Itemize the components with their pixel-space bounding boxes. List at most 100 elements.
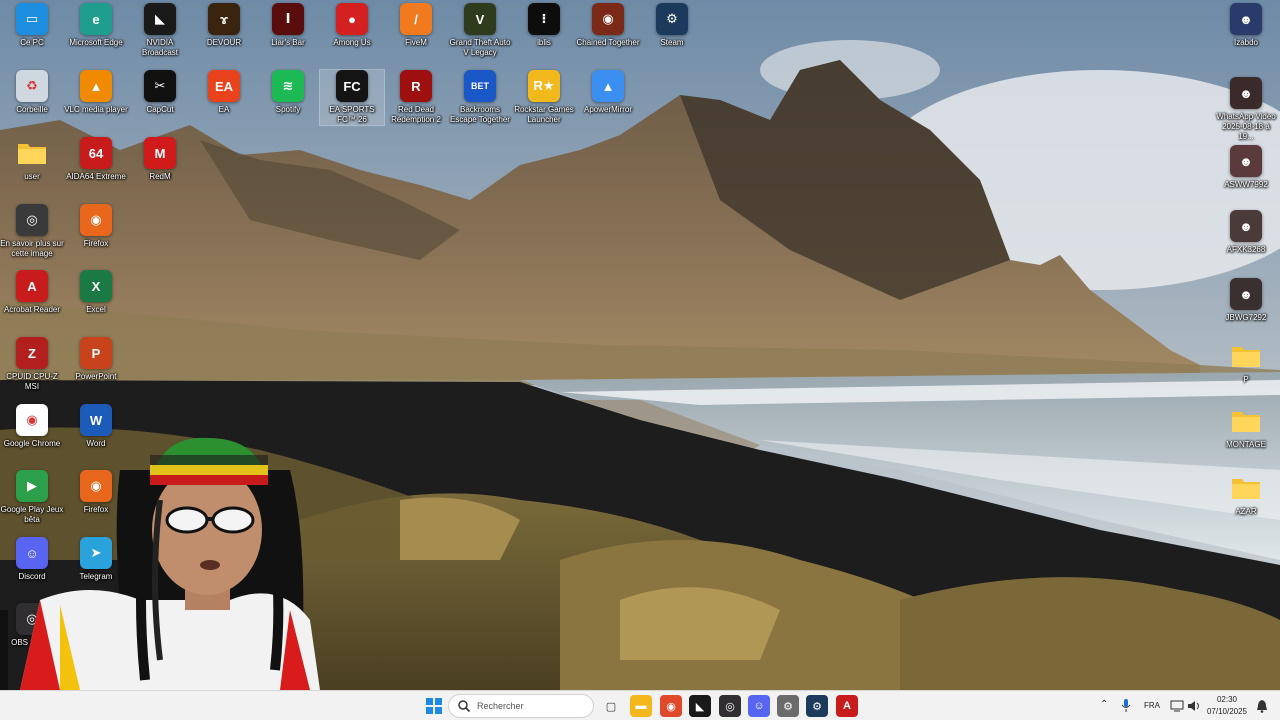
microphone-icon[interactable]: [1121, 699, 1131, 713]
desktop-icon-whatsapp-video[interactable]: ☻ WhatsApp Video 2025-08-18 à 19...: [1214, 77, 1278, 142]
desktop-icon-label: Firefox: [83, 239, 109, 248]
desktop-icon-devour[interactable]: ɤ DEVOUR: [192, 3, 256, 48]
taskbar-nvidia-icon[interactable]: ◣: [689, 695, 711, 717]
desktop-icon-afxk[interactable]: ☻ AFXK3268: [1214, 210, 1278, 255]
desktop-icon-ce-pc[interactable]: ▭ Ce PC: [0, 3, 64, 48]
desktop-icon-chained[interactable]: ◉ Chained Together: [576, 3, 640, 48]
steam-icon: ⚙: [656, 3, 688, 35]
desktop-icon-rockstar[interactable]: R★ Rockstar Games Launcher: [512, 70, 576, 125]
desktop-icon-label: AZAR: [1235, 507, 1257, 516]
desktop-icon-label: Izabdo: [1233, 38, 1259, 47]
iblis-icon: ⁝: [528, 3, 560, 35]
taskbar-gear-icon[interactable]: ⚙: [777, 695, 799, 717]
taskbar-acrobat-icon[interactable]: A: [836, 695, 858, 717]
liars-bar-icon: Ⅰ: [272, 3, 304, 35]
gta-icon: V: [464, 3, 496, 35]
desktop-icon-capcut[interactable]: ✂ CapCut: [128, 70, 192, 115]
desktop-icon-steam[interactable]: ⚙ Steam: [640, 3, 704, 48]
clock[interactable]: 02:30 07/10/2025: [1204, 694, 1250, 718]
desktop-icon-label: Corbeille: [16, 105, 48, 114]
capcut-icon: ✂: [144, 70, 176, 102]
chained-icon: ◉: [592, 3, 624, 35]
spotify-icon: ≋: [272, 70, 304, 102]
desktop-icon-label: Spotify: [275, 105, 301, 114]
show-hidden-icons-chevron-icon[interactable]: ⌃: [1100, 699, 1108, 710]
folder-icon: [1230, 405, 1262, 437]
desktop-icon-label: CapCut: [146, 105, 174, 114]
desktop-icon-acrobat[interactable]: A Acrobat Reader: [0, 270, 64, 315]
desktop-icon-label: JBWG7292: [1225, 313, 1267, 322]
desktop-icon-redm[interactable]: M RedM: [128, 137, 192, 182]
desktop-icon-label: Red Dead Redemption 2: [391, 105, 441, 124]
desktop-icon-azar[interactable]: AZAR: [1214, 472, 1278, 517]
desktop-icon-spotify[interactable]: ≋ Spotify: [256, 70, 320, 115]
desktop-icon-label: Grand Theft Auto V Legacy: [449, 38, 511, 57]
desktop-icon-aida64[interactable]: 64 AIDA64 Extreme: [64, 137, 128, 182]
desktop-icon-izabdo[interactable]: ☻ Izabdo: [1214, 3, 1278, 48]
desktop-icon-firefox1[interactable]: ◉ Firefox: [64, 204, 128, 249]
desktop-icon-label: WhatsApp Video 2025-08-18 à 19...: [1216, 112, 1276, 141]
powerpoint-icon: P: [80, 337, 112, 369]
windows-start-icon[interactable]: [423, 695, 445, 717]
desktop-icon-label: FiveM: [405, 38, 427, 47]
desktop-icon-edge[interactable]: e Microsoft Edge: [64, 3, 128, 48]
taskbar-steam-icon[interactable]: ⚙: [806, 695, 828, 717]
notification-bell-icon[interactable]: [1256, 699, 1268, 713]
firefox-icon: ◉: [80, 204, 112, 236]
clock-time: 02:30: [1216, 695, 1238, 704]
desktop-icon-gta5[interactable]: V Grand Theft Auto V Legacy: [448, 3, 512, 58]
apowermirror-icon: ▲: [592, 70, 624, 102]
desktop-icon-nvidia[interactable]: ◣ NVIDIA Broadcast: [128, 3, 192, 58]
taskbar-discord-icon[interactable]: ☺: [748, 695, 770, 717]
vlc-icon: ▲: [80, 70, 112, 102]
desktop-icon-label: AFXK3268: [1226, 245, 1266, 254]
user-photo-icon: ☻: [1230, 3, 1262, 35]
desktop-icon-label: EA: [218, 105, 230, 114]
desktop-icon-label: NVIDIA Broadcast: [141, 38, 179, 57]
desktop-icon-en-savoir[interactable]: ◎ En savoir plus sur cette image: [0, 204, 64, 259]
desktop-icon-asww[interactable]: ☻ ASWW7992: [1214, 145, 1278, 190]
search-box[interactable]: Rechercher: [448, 694, 594, 718]
redm-icon: M: [144, 137, 176, 169]
desktop-icon-apower[interactable]: ▲ ApowerMirror: [576, 70, 640, 115]
desktop-icon-label: Acrobat Reader: [3, 305, 61, 314]
network-icon[interactable]: [1170, 700, 1184, 712]
desktop-icon-label: Chained Together: [576, 38, 640, 47]
desktop-icon-label: Ce PC: [20, 38, 44, 47]
taskbar-obs-icon[interactable]: ◎: [719, 695, 741, 717]
desktop-icon-powerpoint[interactable]: P PowerPoint: [64, 337, 128, 382]
desktop-icon-label: RedM: [149, 172, 171, 181]
taskbar-file-explorer-icon[interactable]: ▬: [630, 695, 652, 717]
desktop-icon-cpuz[interactable]: Z CPUID CPU-Z MSI: [0, 337, 64, 392]
language-indicator[interactable]: FRA: [1144, 701, 1160, 710]
desktop-icon-label: Among Us: [333, 38, 371, 47]
desktop-icon-among-us[interactable]: ● Among Us: [320, 3, 384, 48]
desktop-icon-label: user: [24, 172, 40, 181]
desktop-icon-montage[interactable]: MONTAGE: [1214, 405, 1278, 450]
backrooms-icon: BET: [464, 70, 496, 102]
desktop-icon-backrooms[interactable]: BET Backrooms Escape Together: [448, 70, 512, 125]
taskbar-task-view-icon[interactable]: ▢: [600, 695, 622, 717]
desktop-icon-fivem[interactable]: / FiveM: [384, 3, 448, 48]
folder-icon: [16, 137, 48, 169]
taskbar-chrome-icon[interactable]: ◉: [660, 695, 682, 717]
desktop-icon-label: EA SPORTS FC™ 26: [329, 105, 375, 124]
desktop-icon-jbwg[interactable]: ☻ JBWG7292: [1214, 278, 1278, 323]
excel-icon: X: [80, 270, 112, 302]
desktop-icon-corbeille[interactable]: ♻ Corbeille: [0, 70, 64, 115]
desktop-icon-rdr2[interactable]: R Red Dead Redemption 2: [384, 70, 448, 125]
desktop-icon-eafc[interactable]: FC EA SPORTS FC™ 26: [319, 69, 385, 126]
video-thumbnail-icon: ☻: [1230, 278, 1262, 310]
acrobat-icon: A: [16, 270, 48, 302]
desktop-icon-ea[interactable]: EA EA: [192, 70, 256, 115]
search-placeholder: Rechercher: [477, 701, 524, 711]
desktop-icon-iblis[interactable]: ⁝ iblis: [512, 3, 576, 48]
desktop-icon-label: ASWW7992: [1224, 180, 1268, 189]
desktop-icon-excel[interactable]: X Excel: [64, 270, 128, 315]
desktop-icon-liars-bar[interactable]: Ⅰ Liar's Bar: [256, 3, 320, 48]
recycle-bin-icon: ♻: [16, 70, 48, 102]
volume-icon[interactable]: [1187, 700, 1201, 712]
desktop-icon-user[interactable]: user: [0, 137, 64, 182]
desktop-icon-p-folder[interactable]: P: [1214, 340, 1278, 385]
desktop-icon-vlc[interactable]: ▲ VLC media player: [64, 70, 128, 115]
